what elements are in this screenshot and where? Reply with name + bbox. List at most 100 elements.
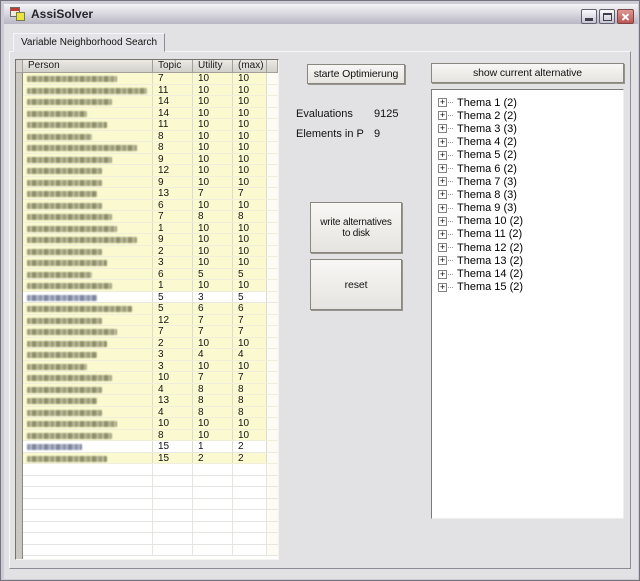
table-row[interactable]: 1522 xyxy=(23,453,278,465)
expand-plus-icon[interactable]: + xyxy=(438,270,447,279)
minimize-button[interactable] xyxy=(581,9,597,24)
spacer-cell xyxy=(267,441,278,452)
tree-item-thema-10[interactable]: +Thema 10 (2) xyxy=(438,215,623,228)
table-row[interactable]: 11010 xyxy=(23,280,278,292)
evaluations-label: Evaluations xyxy=(296,108,353,120)
redacted-person-name xyxy=(27,180,102,186)
tree-item-thema-11[interactable]: +Thema 11 (2) xyxy=(438,228,623,241)
person-cell xyxy=(23,280,153,291)
spacer-cell xyxy=(267,303,278,314)
title-bar[interactable]: AssiSolver xyxy=(4,4,638,25)
table-row[interactable]: 344 xyxy=(23,349,278,361)
column-header-topic[interactable]: Topic xyxy=(153,60,193,73)
utility-cell: 10 xyxy=(193,177,233,188)
topic-cell: 4 xyxy=(153,384,193,395)
tree-item-thema-1[interactable]: +Thema 1 (2) xyxy=(438,96,623,109)
table-row[interactable]: 1277 xyxy=(23,315,278,327)
close-button[interactable] xyxy=(617,9,634,24)
table-row[interactable]: 111010 xyxy=(23,119,278,131)
column-header-max[interactable]: (max) xyxy=(233,60,267,73)
table-row[interactable]: 1077 xyxy=(23,372,278,384)
table-row[interactable]: 566 xyxy=(23,303,278,315)
table-row[interactable]: 1512 xyxy=(23,441,278,453)
expand-plus-icon[interactable]: + xyxy=(438,98,447,107)
table-row[interactable]: 71010 xyxy=(23,73,278,85)
expand-plus-icon[interactable]: + xyxy=(438,111,447,120)
table-row[interactable]: 31010 xyxy=(23,257,278,269)
expand-plus-icon[interactable]: + xyxy=(438,230,447,239)
expand-plus-icon[interactable]: + xyxy=(438,204,447,213)
tree-item-thema-14[interactable]: +Thema 14 (2) xyxy=(438,267,623,280)
table-row[interactable]: 655 xyxy=(23,269,278,281)
tree-connector xyxy=(448,115,453,116)
start-optimization-button[interactable]: starte Optimierung xyxy=(307,64,405,84)
tab-variable-neighborhood-search[interactable]: Variable Neighborhood Search xyxy=(13,33,165,52)
max-cell: 5 xyxy=(233,292,267,303)
expand-plus-icon[interactable]: + xyxy=(438,256,447,265)
utility-cell: 10 xyxy=(193,142,233,153)
expand-plus-icon[interactable]: + xyxy=(438,217,447,226)
tree-item-thema-9[interactable]: +Thema 9 (3) xyxy=(438,202,623,215)
table-row[interactable]: 1388 xyxy=(23,395,278,407)
table-row[interactable]: 101010 xyxy=(23,418,278,430)
topic-cell: 7 xyxy=(153,211,193,222)
tree-item-label: Thema 15 (2) xyxy=(457,281,523,293)
column-header-person[interactable]: Person xyxy=(23,60,153,73)
tree-item-thema-2[interactable]: +Thema 2 (2) xyxy=(438,109,623,122)
table-row[interactable]: 1377 xyxy=(23,188,278,200)
table-row[interactable]: 91010 xyxy=(23,177,278,189)
tree-item-thema-7[interactable]: +Thema 7 (3) xyxy=(438,175,623,188)
table-row[interactable]: 141010 xyxy=(23,108,278,120)
table-row[interactable]: 535 xyxy=(23,292,278,304)
expand-plus-icon[interactable]: + xyxy=(438,151,447,160)
table-row[interactable]: 31010 xyxy=(23,361,278,373)
redacted-person-name xyxy=(27,168,102,174)
table-row[interactable]: 141010 xyxy=(23,96,278,108)
topic-cell: 3 xyxy=(153,361,193,372)
expand-plus-icon[interactable]: + xyxy=(438,138,447,147)
spacer-cell xyxy=(267,200,278,211)
table-row[interactable]: 11010 xyxy=(23,223,278,235)
expand-plus-icon[interactable]: + xyxy=(438,190,447,199)
table-row[interactable]: 81010 xyxy=(23,430,278,442)
tree-connector xyxy=(448,274,453,275)
redacted-person-name xyxy=(27,203,102,209)
table-row[interactable]: 91010 xyxy=(23,234,278,246)
table-row[interactable]: 21010 xyxy=(23,246,278,258)
table-row[interactable]: 21010 xyxy=(23,338,278,350)
assignments-grid[interactable]: PersonTopicUtility(max) 7101011101014101… xyxy=(15,59,279,560)
expand-plus-icon[interactable]: + xyxy=(438,283,447,292)
table-row[interactable]: 788 xyxy=(23,211,278,223)
table-row[interactable]: 91010 xyxy=(23,154,278,166)
maximize-button[interactable] xyxy=(599,9,615,24)
expand-plus-icon[interactable]: + xyxy=(438,124,447,133)
max-cell: 5 xyxy=(233,269,267,280)
show-current-alternative-button[interactable]: show current alternative xyxy=(431,63,624,83)
write-alternatives-button[interactable]: write alternatives to disk xyxy=(310,202,402,253)
reset-button[interactable]: reset xyxy=(310,259,402,310)
expand-plus-icon[interactable]: + xyxy=(438,177,447,186)
topics-tree[interactable]: +Thema 1 (2)+Thema 2 (2)+Thema 3 (3)+The… xyxy=(431,89,624,519)
table-row[interactable]: 488 xyxy=(23,407,278,419)
table-row[interactable]: 111010 xyxy=(23,85,278,97)
table-row[interactable]: 777 xyxy=(23,326,278,338)
table-row[interactable]: 121010 xyxy=(23,165,278,177)
tree-item-thema-5[interactable]: +Thema 5 (2) xyxy=(438,149,623,162)
tree-item-thema-15[interactable]: + Thema 15 (2) xyxy=(438,281,623,294)
max-cell: 10 xyxy=(233,96,267,107)
tree-item-thema-13[interactable]: +Thema 13 (2) xyxy=(438,254,623,267)
redacted-person-name xyxy=(27,352,97,358)
table-row[interactable]: 488 xyxy=(23,384,278,396)
column-header-utility[interactable]: Utility xyxy=(193,60,233,73)
tree-item-thema-6[interactable]: +Thema 6 (2) xyxy=(438,162,623,175)
table-row[interactable]: 81010 xyxy=(23,142,278,154)
tree-item-thema-8[interactable]: +Thema 8 (3) xyxy=(438,188,623,201)
expand-plus-icon[interactable]: + xyxy=(438,243,447,252)
tree-item-thema-4[interactable]: +Thema 4 (2) xyxy=(438,136,623,149)
tree-item-thema-3[interactable]: +Thema 3 (3) xyxy=(438,122,623,135)
table-row[interactable]: 81010 xyxy=(23,131,278,143)
utility-cell: 10 xyxy=(193,246,233,257)
table-row[interactable]: 61010 xyxy=(23,200,278,212)
tree-item-thema-12[interactable]: +Thema 12 (2) xyxy=(438,241,623,254)
expand-plus-icon[interactable]: + xyxy=(438,164,447,173)
